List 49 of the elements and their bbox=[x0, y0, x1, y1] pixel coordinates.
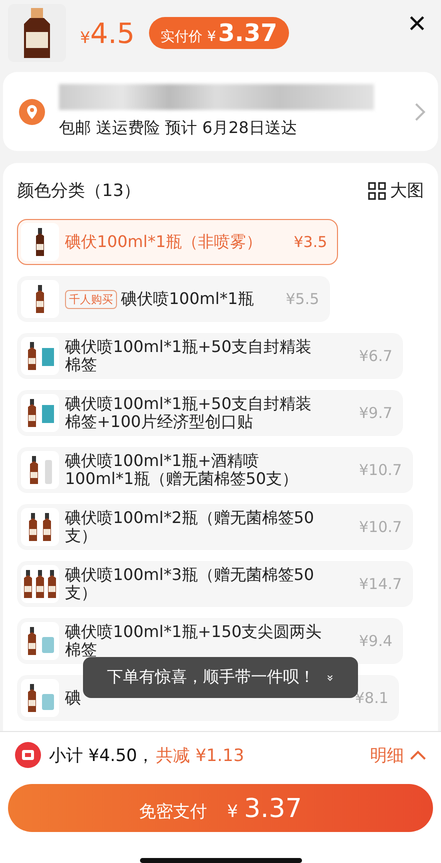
shipping-info: 包邮 送运费险 预计 6月28日送达 bbox=[59, 118, 298, 139]
bottle-icon bbox=[26, 684, 54, 712]
option-name: 碘伏喷100ml*3瓶（赠无菌棉签50支） bbox=[65, 566, 316, 602]
option-item[interactable]: 碘伏喷100ml*3瓶（赠无菌棉签50支） ¥14.7 bbox=[17, 561, 413, 607]
expand-icon[interactable]: » bbox=[324, 674, 338, 682]
chevron-up-icon bbox=[410, 750, 426, 760]
option-item[interactable]: 碘伏喷100ml*1瓶+50支自封精装棉签+100片经济型创口贴 ¥9.7 bbox=[17, 390, 404, 436]
product-image bbox=[8, 4, 66, 62]
option-price: ¥14.7 bbox=[359, 575, 402, 593]
option-name: 碘伏喷100ml*1瓶+50支自封精装棉签+100片经济型创口贴 bbox=[65, 395, 313, 431]
options-title: 颜色分类（13） bbox=[17, 180, 141, 202]
bottle-icon bbox=[26, 342, 54, 370]
subtotal: 小计 ¥4.50， bbox=[49, 744, 154, 766]
option-name: 碘 bbox=[65, 689, 81, 707]
option-price: ¥5.5 bbox=[286, 290, 320, 308]
option-name: 碘伏100ml*1瓶（非喷雾） bbox=[65, 233, 262, 251]
option-price: ¥10.7 bbox=[359, 461, 402, 479]
bottle-icon bbox=[26, 399, 54, 427]
chevron-right-icon[interactable] bbox=[414, 102, 426, 122]
bottle-icon bbox=[28, 456, 52, 484]
option-item[interactable]: 碘伏喷100ml*1瓶+酒精喷100ml*1瓶（赠无菌棉签50支） ¥10.7 bbox=[17, 447, 413, 493]
option-item[interactable]: 碘伏喷100ml*1瓶+50支自封精装棉签 ¥6.7 bbox=[17, 333, 404, 379]
option-price: ¥9.4 bbox=[359, 632, 392, 650]
option-price: ¥10.7 bbox=[359, 518, 402, 536]
paid-price-badge: 实付价 ¥3.37 bbox=[148, 17, 290, 49]
bottle-icon bbox=[27, 513, 53, 541]
option-name: 碘伏喷100ml*1瓶 bbox=[121, 290, 254, 308]
large-view-button[interactable]: 大图 bbox=[368, 179, 424, 202]
popularity-tag: 千人购买 bbox=[65, 290, 117, 308]
bottle-icon bbox=[34, 285, 46, 313]
location-pin-icon bbox=[19, 98, 45, 124]
close-button[interactable]: ✕ bbox=[403, 10, 431, 39]
product-price: ¥4.5 bbox=[80, 16, 135, 50]
option-price: ¥6.7 bbox=[359, 347, 392, 365]
coupon-icon bbox=[15, 742, 41, 768]
bottle-icon bbox=[34, 228, 46, 256]
grid-icon bbox=[368, 182, 386, 200]
option-item[interactable]: 千人购买 碘伏喷100ml*1瓶 ¥5.5 bbox=[17, 276, 330, 322]
option-name: 碘伏喷100ml*1瓶+酒精喷100ml*1瓶（赠无菌棉签50支） bbox=[65, 452, 300, 488]
option-name: 碘伏喷100ml*2瓶（赠无菌棉签50支） bbox=[65, 509, 316, 545]
bottle-icon bbox=[26, 627, 54, 655]
option-price: ¥9.7 bbox=[359, 404, 392, 422]
option-price: ¥3.5 bbox=[294, 233, 328, 251]
discount-total: 共减 ¥1.13 bbox=[156, 744, 244, 766]
option-name: 碘伏喷100ml*1瓶+50支自封精装棉签 bbox=[65, 338, 313, 374]
option-name: 碘伏喷100ml*1瓶+150支尖圆两头棉签 bbox=[65, 623, 323, 659]
bottle-icon bbox=[22, 570, 58, 598]
option-price: ¥8.1 bbox=[355, 689, 388, 707]
option-item[interactable]: 碘伏喷100ml*2瓶（赠无菌棉签50支） ¥10.7 bbox=[17, 504, 413, 550]
